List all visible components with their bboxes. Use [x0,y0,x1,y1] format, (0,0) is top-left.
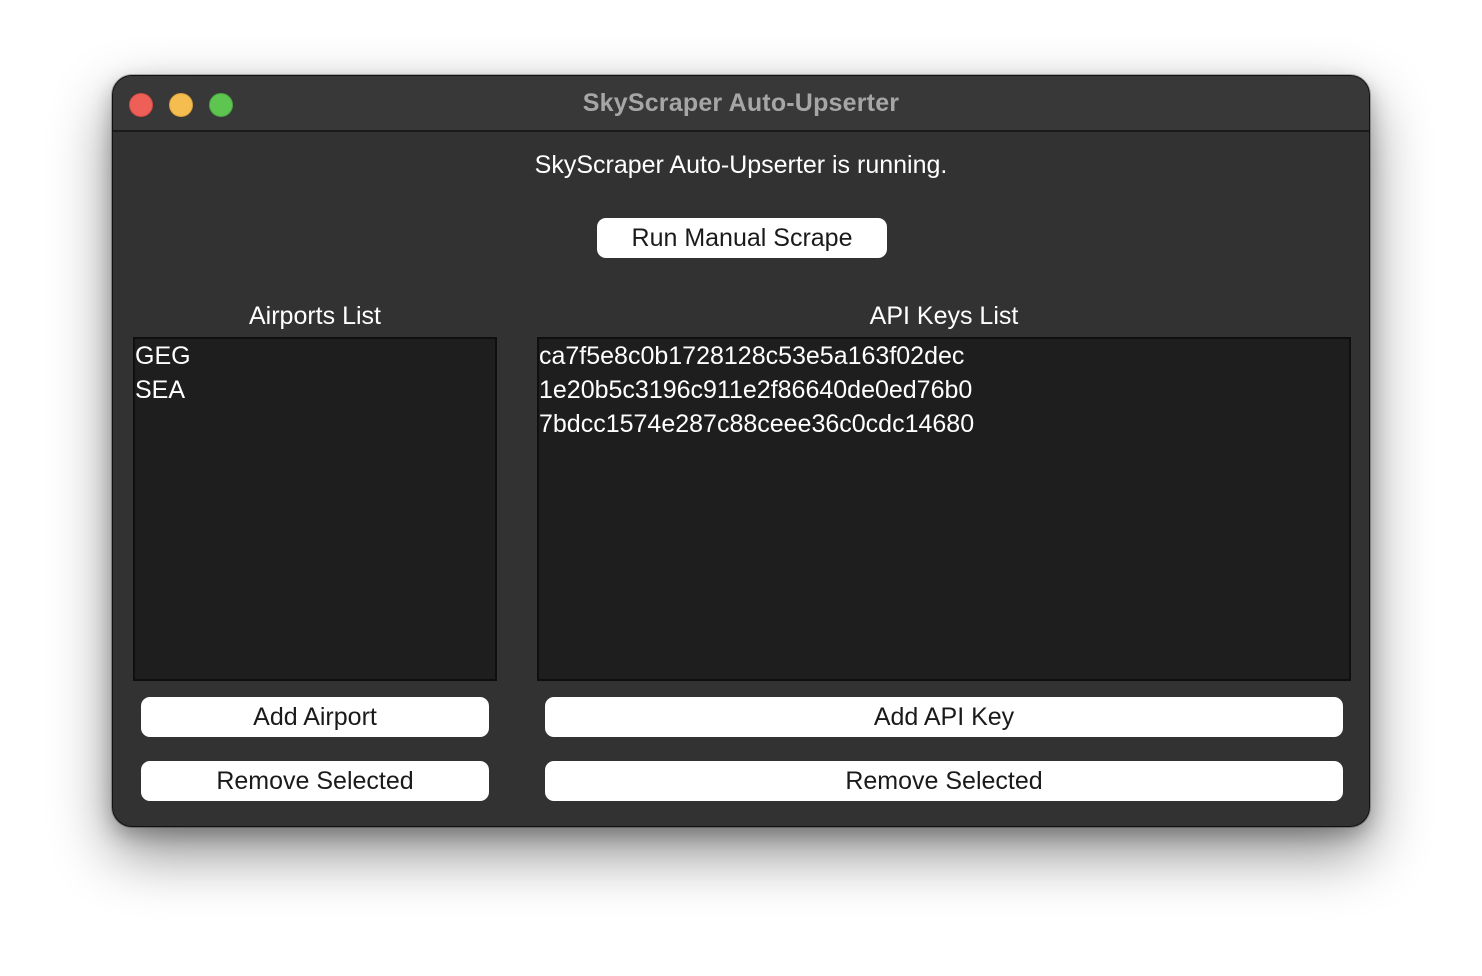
api-key-list-item[interactable]: 1e20b5c3196c911e2f86640de0ed76b0 [539,373,1349,407]
remove-selected-api-key-button[interactable]: Remove Selected [545,761,1343,801]
api-key-list-item[interactable]: ca7f5e8c0b1728128c53e5a163f02dec [539,339,1349,373]
app-window: SkyScraper Auto-Upserter SkyScraper Auto… [112,75,1370,827]
airports-listbox[interactable]: GEG SEA [133,337,497,681]
title-bar[interactable]: SkyScraper Auto-Upserter [113,76,1369,132]
add-api-key-button[interactable]: Add API Key [545,697,1343,737]
api-keys-listbox[interactable]: ca7f5e8c0b1728128c53e5a163f02dec 1e20b5c… [537,337,1351,681]
airport-list-item[interactable]: GEG [135,339,495,373]
remove-selected-airport-button[interactable]: Remove Selected [141,761,489,801]
run-manual-scrape-button[interactable]: Run Manual Scrape [597,218,887,258]
window-title: SkyScraper Auto-Upserter [582,89,900,117]
airports-list-label: Airports List [249,302,381,330]
api-key-list-item[interactable]: 7bdcc1574e287c88ceee36c0cdc14680 [539,407,1349,441]
add-airport-button[interactable]: Add Airport [141,697,489,737]
api-keys-list-label: API Keys List [869,302,1019,330]
status-text: SkyScraper Auto-Upserter is running. [534,151,948,179]
airport-list-item[interactable]: SEA [135,373,495,407]
